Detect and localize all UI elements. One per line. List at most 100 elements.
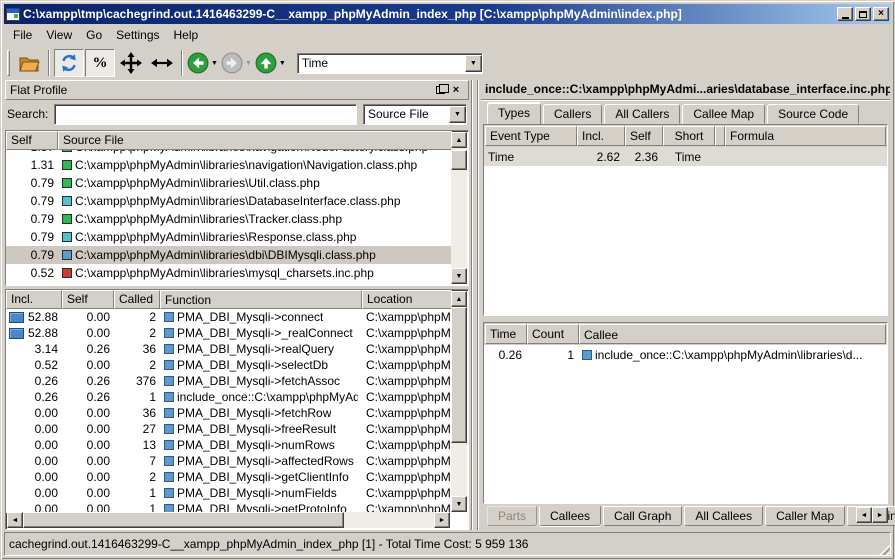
- menu-item[interactable]: Settings: [109, 26, 166, 44]
- open-file-button[interactable]: [14, 49, 44, 77]
- detail-tab[interactable]: Callees: [539, 506, 601, 526]
- tab-label: Callers: [554, 107, 591, 121]
- panel-splitter[interactable]: [471, 80, 479, 530]
- column-header-event-type[interactable]: Event Type: [485, 126, 577, 146]
- function-row[interactable]: 0.00 0.00 36 PMA_DBI_Mysqli->fetchRow C:…: [6, 405, 452, 421]
- group-by-selector[interactable]: Source File ▼: [363, 104, 467, 125]
- flat-profile-header[interactable]: Flat Profile ×: [5, 80, 469, 100]
- event-type-selector[interactable]: Time ▼: [297, 53, 483, 74]
- source-file-row[interactable]: 0.79 C:\xampp\phpMyAdmin\libraries\Respo…: [6, 228, 452, 246]
- detail-tab[interactable]: Source Code: [767, 104, 859, 124]
- forward-button[interactable]: ▼: [221, 52, 252, 74]
- self-cost-value: 0.26: [62, 374, 114, 388]
- function-row[interactable]: 0.52 0.00 2 PMA_DBI_Mysqli->selectDb C:\…: [6, 357, 452, 373]
- function-row[interactable]: 0.00 0.00 27 PMA_DBI_Mysqli->freeResult …: [6, 421, 452, 437]
- scrollbar-thumb[interactable]: [451, 150, 467, 170]
- column-header-called[interactable]: Called: [114, 290, 160, 309]
- detail-tab[interactable]: Types: [487, 103, 541, 125]
- detail-tab[interactable]: Caller Map: [765, 506, 845, 526]
- shorten-templates-toggle[interactable]: [147, 49, 177, 77]
- column-header-function[interactable]: Function: [160, 290, 362, 309]
- column-header-incl[interactable]: Incl.: [577, 126, 625, 146]
- scroll-up-button[interactable]: ▲: [451, 132, 467, 148]
- float-dock-button[interactable]: [432, 83, 448, 97]
- detail-tab[interactable]: Callee Map: [682, 104, 765, 124]
- function-row[interactable]: 0.00 0.00 2 PMA_DBI_Mysqli->getClientInf…: [6, 469, 452, 485]
- detail-tab[interactable]: All Callees: [684, 506, 763, 526]
- up-dropdown-icon[interactable]: ▼: [279, 60, 286, 67]
- event-type-dropdown-button[interactable]: ▼: [465, 55, 482, 72]
- up-button[interactable]: ▼: [255, 52, 286, 74]
- relative-to-parent-toggle[interactable]: [116, 49, 146, 77]
- detail-tab[interactable]: Call Graph: [603, 506, 682, 526]
- relative-percent-toggle[interactable]: %: [85, 49, 115, 77]
- function-row[interactable]: 3.14 0.26 36 PMA_DBI_Mysqli->realQuery C…: [6, 341, 452, 357]
- column-header-self[interactable]: Self: [6, 131, 58, 150]
- resize-grip-icon[interactable]: [877, 542, 890, 555]
- column-header-short[interactable]: Short: [663, 126, 715, 146]
- source-file-path: C:\xampp\phpMyAdmin\libraries\DatabaseIn…: [75, 194, 401, 208]
- function-row[interactable]: 0.00 0.00 13 PMA_DBI_Mysqli->numRows C:\…: [6, 437, 452, 453]
- group-by-dropdown-button[interactable]: ▼: [449, 106, 466, 123]
- source-file-row[interactable]: 0.52 C:\xampp\phpMyAdmin\libraries\mysql…: [6, 264, 452, 282]
- column-header-location[interactable]: Location: [362, 290, 452, 309]
- back-button[interactable]: ▼: [187, 52, 218, 74]
- close-button[interactable]: ×: [873, 7, 889, 21]
- called-count-value: 2: [114, 470, 160, 484]
- file-table-vertical-scrollbar[interactable]: ▲ ▼: [451, 132, 467, 284]
- function-row[interactable]: 52.88 0.00 2 PMA_DBI_Mysqli->connect C:\…: [6, 309, 452, 325]
- function-row[interactable]: 0.26 0.26 376 PMA_DBI_Mysqli->fetchAssoc…: [6, 373, 452, 389]
- source-file-row[interactable]: 0.52 C:\xampp\phpMyAdmin\libraries\user_…: [6, 282, 452, 285]
- refresh-icon: [59, 53, 79, 73]
- toolbar-drag-handle[interactable]: [7, 50, 10, 76]
- tab-scroll-left-button[interactable]: ◄: [856, 507, 872, 523]
- scroll-right-button[interactable]: ►: [434, 512, 450, 528]
- function-table-horizontal-scrollbar[interactable]: ◄ ►: [7, 512, 450, 528]
- scroll-down-button[interactable]: ▼: [451, 496, 467, 512]
- back-dropdown-icon[interactable]: ▼: [211, 60, 218, 67]
- column-header-source-file[interactable]: Source File: [58, 131, 452, 150]
- detail-tab[interactable]: Parts: [487, 506, 537, 526]
- function-row[interactable]: 0.26 0.26 1 include_once::C:\xampp\phpMy…: [6, 389, 452, 405]
- column-header-callee[interactable]: Callee: [579, 324, 886, 344]
- source-file-row[interactable]: 0.79 C:\xampp\phpMyAdmin\libraries\Track…: [6, 210, 452, 228]
- event-type-row[interactable]: Time 2.62 2.36 Time: [484, 147, 887, 166]
- search-input[interactable]: [54, 104, 357, 125]
- function-table-vertical-scrollbar[interactable]: ▲ ▼: [451, 291, 467, 512]
- cycle-groups-button[interactable]: [54, 49, 84, 77]
- scroll-left-button[interactable]: ◄: [7, 512, 23, 528]
- source-file-row[interactable]: 0.79 C:\xampp\phpMyAdmin\libraries\Util.…: [6, 174, 452, 192]
- scroll-up-button[interactable]: ▲: [451, 291, 467, 307]
- scrollbar-thumb[interactable]: [451, 307, 467, 443]
- maximize-button[interactable]: [855, 7, 871, 21]
- scrollbar-thumb[interactable]: [23, 512, 344, 528]
- function-row[interactable]: 52.88 0.00 2 PMA_DBI_Mysqli->_realConnec…: [6, 325, 452, 341]
- column-header-formula[interactable]: Formula: [725, 126, 886, 146]
- tab-label: Call Graph: [614, 509, 671, 523]
- menu-item[interactable]: View: [39, 26, 79, 44]
- group-color-icon: [62, 268, 72, 278]
- column-header-incl[interactable]: Incl.: [6, 290, 62, 309]
- source-file-row[interactable]: 1.31 C:\xampp\phpMyAdmin\libraries\navig…: [6, 156, 452, 174]
- column-header-self[interactable]: Self: [625, 126, 663, 146]
- title-bar[interactable]: C:\xampp\tmp\cachegrind.out.1416463299-C…: [4, 4, 891, 24]
- callee-row[interactable]: 0.26 1 include_once::C:\xampp\phpMyAdmin…: [484, 345, 887, 364]
- detail-tab[interactable]: All Callers: [604, 104, 680, 124]
- tab-scroll-right-button[interactable]: ►: [872, 507, 888, 523]
- minimize-button[interactable]: [837, 7, 853, 21]
- menu-item[interactable]: File: [6, 26, 39, 44]
- close-dock-button[interactable]: ×: [448, 83, 464, 97]
- column-header-self[interactable]: Self: [62, 290, 114, 309]
- column-header-time[interactable]: Time: [485, 324, 527, 344]
- source-file-row[interactable]: 0.79 C:\xampp\phpMyAdmin\libraries\Datab…: [6, 192, 452, 210]
- menu-item[interactable]: Go: [79, 26, 109, 44]
- function-row[interactable]: 0.00 0.00 1 PMA_DBI_Mysqli->numFields C:…: [6, 485, 452, 501]
- detail-tab[interactable]: Callers: [543, 104, 602, 124]
- scroll-down-button[interactable]: ▼: [451, 268, 467, 284]
- column-header-count[interactable]: Count: [527, 324, 579, 344]
- source-file-row[interactable]: 0.79 C:\xampp\phpMyAdmin\libraries\dbi\D…: [6, 246, 452, 264]
- menu-item[interactable]: Help: [167, 26, 206, 44]
- group-color-icon: [62, 214, 72, 224]
- minimize-icon: [842, 17, 849, 19]
- function-row[interactable]: 0.00 0.00 7 PMA_DBI_Mysqli->affectedRows…: [6, 453, 452, 469]
